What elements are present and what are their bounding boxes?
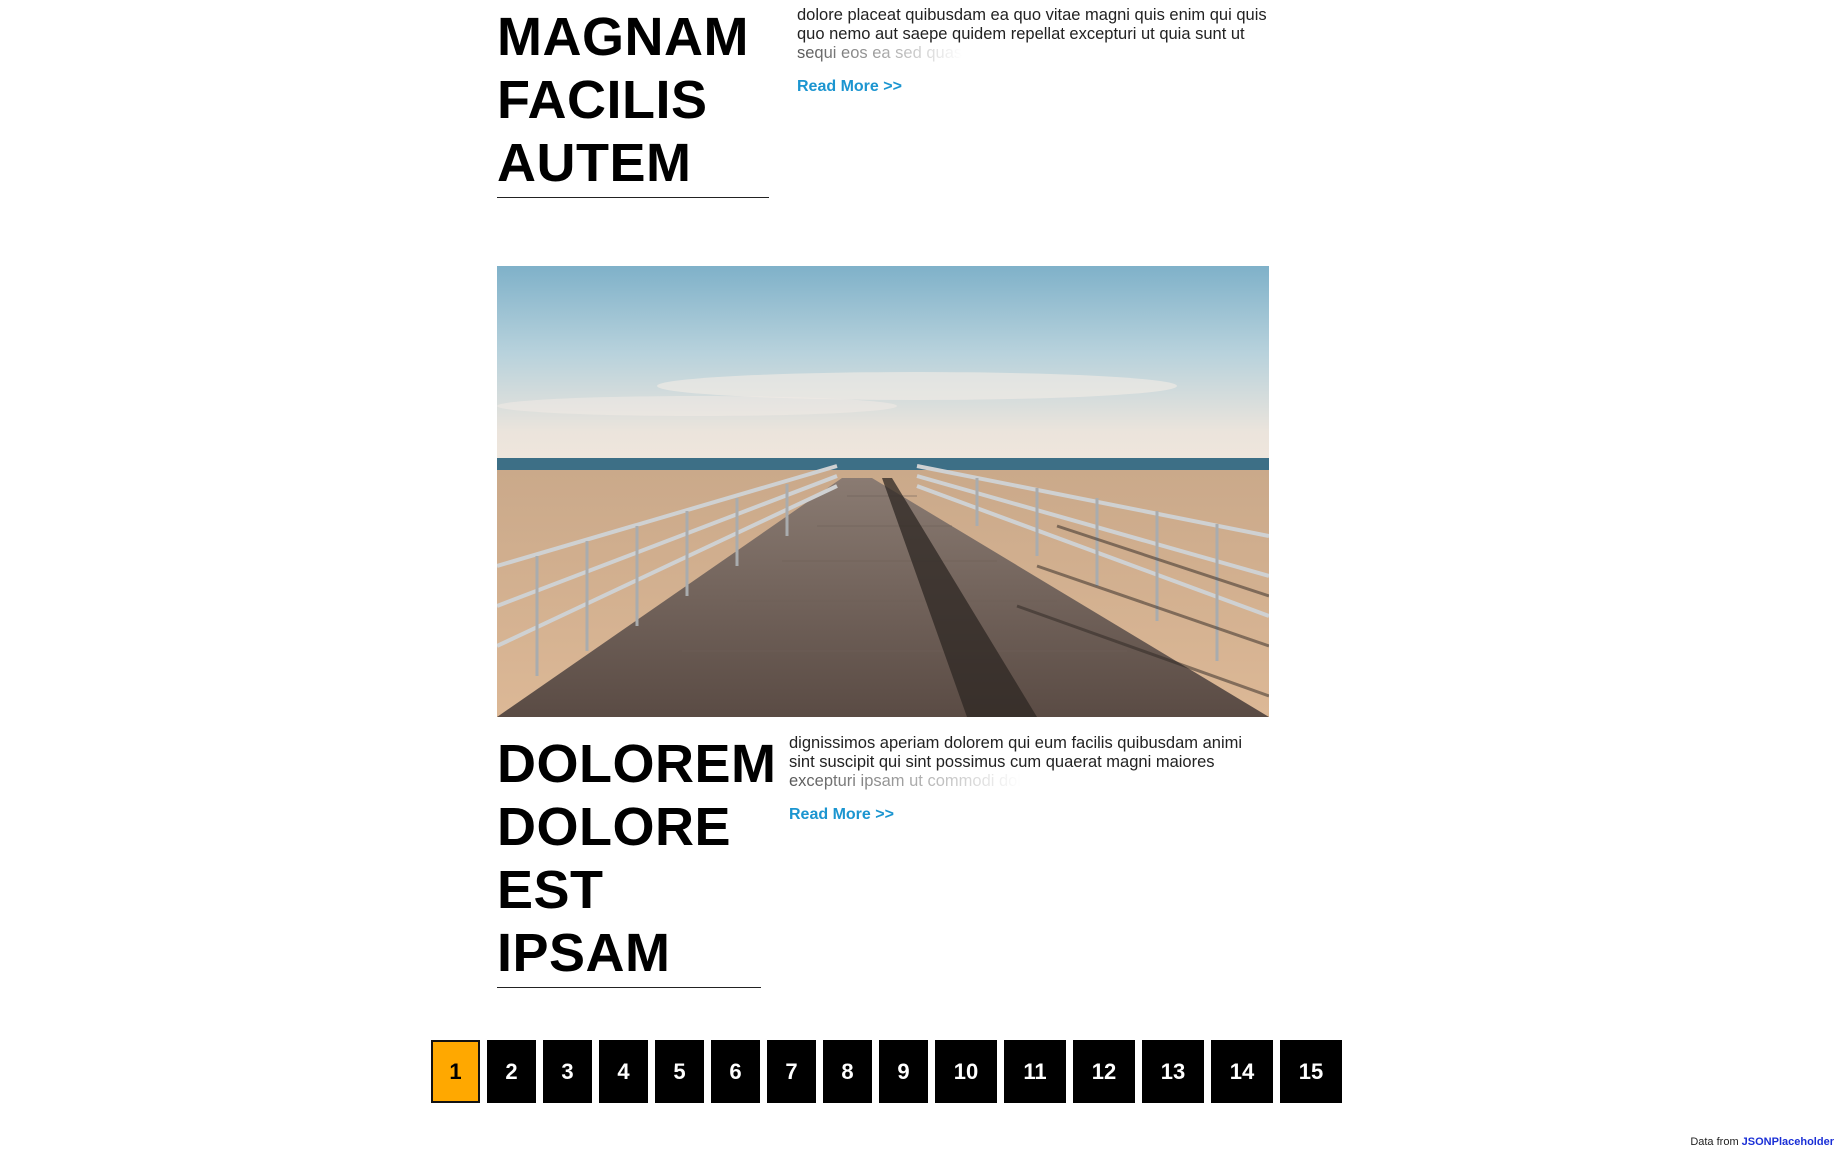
boardwalk-beach-image (497, 266, 1269, 717)
post-excerpt-text: dolore placeat quibusdam ea quo vitae ma… (797, 6, 1267, 43)
data-credit: Data from JSONPlaceholder (1690, 1136, 1834, 1148)
page-button-10[interactable]: 10 (935, 1040, 997, 1103)
page-button-8[interactable]: 8 (823, 1040, 872, 1103)
post-title-line: EST (497, 860, 604, 920)
post-title: MAGNAM FACILIS AUTEM (497, 6, 769, 198)
post-excerpt-fade: excepturi ipsam ut commodi dol (789, 772, 1022, 790)
blog-page: MAGNAM FACILIS AUTEM dolore placeat quib… (0, 0, 1838, 1154)
post-excerpt-text: dignissimos aperiam dolorem qui eum faci… (789, 734, 1243, 771)
page-button-9[interactable]: 9 (879, 1040, 928, 1103)
post-title-line: IPSAM (497, 923, 671, 983)
jsonplaceholder-link[interactable]: JSONPlaceholder (1742, 1136, 1834, 1148)
page-button-6[interactable]: 6 (711, 1040, 760, 1103)
read-more-link[interactable]: Read More >> (797, 78, 902, 96)
page-button-5[interactable]: 5 (655, 1040, 704, 1103)
post-excerpt: dignissimos aperiam dolorem qui eum faci… (789, 734, 1259, 791)
page-button-14[interactable]: 14 (1211, 1040, 1273, 1103)
post-excerpt-fade: sequi eos ea sed quas (797, 44, 963, 62)
credit-prefix: Data from (1690, 1136, 1739, 1148)
post-title-line: DOLORE (497, 797, 732, 857)
page-button-7[interactable]: 7 (767, 1040, 816, 1103)
page-button-4[interactable]: 4 (599, 1040, 648, 1103)
post-title: DOLOREM DOLORE EST IPSAM (497, 733, 777, 988)
post-title-line: AUTEM (497, 133, 692, 193)
read-more-link[interactable]: Read More >> (789, 806, 894, 824)
pagination: 1 2 3 4 5 6 7 8 9 10 11 12 13 14 15 (431, 1040, 1342, 1103)
post-excerpt: dolore placeat quibusdam ea quo vitae ma… (797, 6, 1267, 63)
page-button-1[interactable]: 1 (431, 1040, 480, 1103)
post-title-line: DOLOREM (497, 734, 777, 794)
post-hero-image (497, 266, 1269, 717)
page-button-15[interactable]: 15 (1280, 1040, 1342, 1103)
page-button-11[interactable]: 11 (1004, 1040, 1066, 1103)
post-title-line: FACILIS (497, 70, 708, 130)
page-button-12[interactable]: 12 (1073, 1040, 1135, 1103)
page-button-3[interactable]: 3 (543, 1040, 592, 1103)
page-button-13[interactable]: 13 (1142, 1040, 1204, 1103)
post-title-line: MAGNAM (497, 7, 749, 67)
page-button-2[interactable]: 2 (487, 1040, 536, 1103)
